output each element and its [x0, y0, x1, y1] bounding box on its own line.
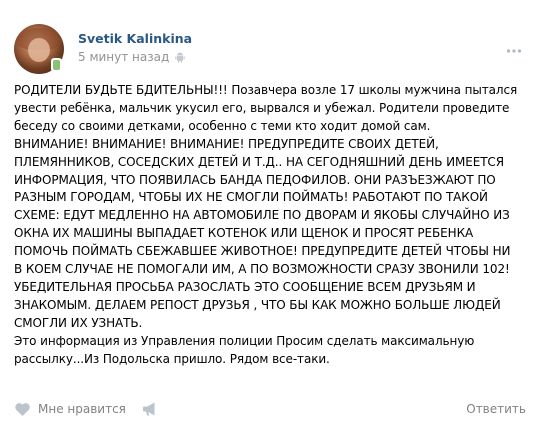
avatar-face-shape	[28, 38, 50, 62]
post-text-line: беседу со своими детками, особенно с тем…	[14, 118, 431, 133]
post-header: Svetik Kalinkina 5 минут назад	[14, 24, 524, 74]
mobile-online-icon	[51, 58, 62, 72]
post-actions: Мне нравится Ответить	[14, 394, 526, 424]
megaphone-icon[interactable]	[142, 401, 160, 417]
wall-post: Svetik Kalinkina 5 минут назад РОДИТЕЛИ …	[0, 0, 538, 439]
post-text-line: увести ребёнка, мальчик укусил его, вырв…	[14, 100, 510, 115]
post-text-line: Это информация из Управления полиции Про…	[14, 333, 475, 348]
post-text-line: СМОГЛИ ИХ УЗНАТЬ.	[14, 315, 143, 330]
post-text-line: РАЗНЫМ ГОРОДАМ, ЧТОБЫ ИХ НЕ СМОГЛИ ПОЙМА…	[14, 190, 488, 205]
android-icon	[175, 52, 185, 63]
post-text: РОДИТЕЛИ БУДЬТЕ БДИТЕЛЬНЫ!!! Позавчера в…	[14, 82, 530, 369]
post-text-line: ОКНА ИХ МАШИНЫ ВЫПАДАЕТ КОТЕНОК ИЛИ ЩЕНО…	[14, 226, 474, 241]
post-text-line: СХЕМЕ: ЕДУТ МЕДЛЕННО НА АВТОМОБИЛЕ ПО ДВ…	[14, 208, 510, 223]
heart-icon	[15, 402, 30, 416]
post-text-line: РОДИТЕЛИ БУДЬТЕ БДИТЕЛЬНЫ!!! Позавчера в…	[14, 83, 518, 97]
reply-link[interactable]: Ответить	[466, 402, 526, 416]
post-text-line: ВНИМАНИЕ! ВНИМАНИЕ! ВНИМАНИЕ! ПРЕДУПРЕДИ…	[14, 136, 439, 151]
like-button[interactable]: Мне нравится	[14, 394, 126, 424]
mobile-online-dot	[53, 60, 60, 70]
more-dots-icon[interactable]	[506, 46, 522, 56]
post-text-line: ПОМОЧЬ ПОЙМАТЬ СБЕЖАВШЕЕ ЖИВОТНОЕ! ПРЕДУ…	[14, 244, 511, 259]
post-text-line: ЗНАКОМЫМ. ДЕЛАЕМ РЕПОСТ ДРУЗЬЯ , ЧТО БЫ …	[14, 297, 501, 312]
post-text-line: ИНФОРМАЦИЯ, ЧТО ПОЯВИЛАСЬ БАНДА ПЕДОФИЛО…	[14, 172, 496, 187]
post-text-line: ПЛЕМЯННИКОВ, СОСЕДСКИХ ДЕТЕЙ И Т.Д.. НА …	[14, 154, 504, 169]
post-time[interactable]: 5 минут назад	[78, 50, 185, 64]
like-label: Мне нравится	[38, 402, 126, 416]
post-text-line: рассылку...Из Подольска пришло. Рядом вс…	[14, 351, 330, 366]
post-time-label: 5 минут назад	[78, 50, 170, 64]
author-name-link[interactable]: Svetik Kalinkina	[78, 31, 192, 46]
post-text-line: УБЕДИТЕЛЬНАЯ ПРОСЬБА РАЗОСЛАТЬ ЭТО СООБЩ…	[14, 279, 476, 294]
post-text-line: В КОЕМ СЛУЧАЕ НЕ ПОМОГАЛИ ИМ, А ПО ВОЗМО…	[14, 262, 510, 277]
